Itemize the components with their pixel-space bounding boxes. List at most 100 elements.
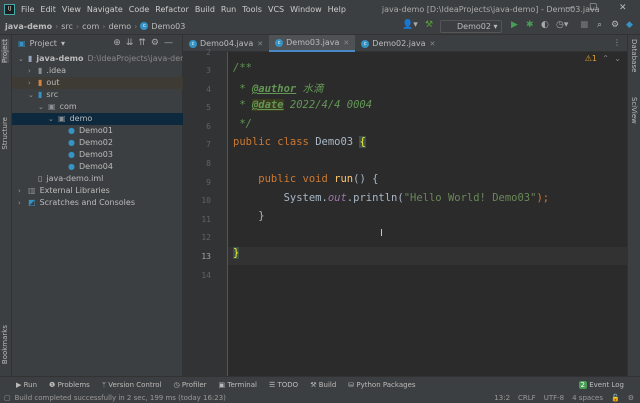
version-control-tool-button[interactable]: ᛘ Version Control [102, 381, 162, 389]
chevron-right-icon[interactable]: › [18, 185, 28, 197]
close-tab-icon[interactable]: ✕ [430, 40, 436, 48]
tree-item[interactable]: › ▮ out [12, 77, 183, 89]
debug-icon[interactable]: ✱ [526, 20, 534, 30]
maximize-button[interactable]: ☐ [589, 3, 597, 13]
panel-actions[interactable]: ⊕⇊⇈⚙— [113, 38, 178, 48]
chevron-down-icon[interactable]: ⌄ [28, 89, 38, 101]
menu-window[interactable]: Window [290, 5, 322, 14]
chevron-down-icon[interactable]: ⌄ [38, 101, 48, 113]
tab-demo03[interactable]: c Demo03.java ✕ [269, 35, 356, 52]
package-icon: ▣ [58, 114, 66, 123]
tree-item[interactable]: ● Demo04 [12, 161, 183, 173]
todo-tool-button[interactable]: ☰ TODO [269, 381, 298, 389]
build-tool-button[interactable]: ⚒ Build [310, 381, 336, 389]
close-window-button[interactable]: ✕ [619, 3, 627, 13]
search-icon[interactable]: ⌕ [597, 20, 602, 30]
problems-tool-button[interactable]: ❶ Problems [49, 381, 90, 389]
tree-item[interactable]: › ▥ External Libraries [12, 185, 183, 197]
chevron-right-icon[interactable]: › [28, 77, 38, 89]
menu-file[interactable]: File [21, 5, 34, 14]
next-highlight-icon[interactable]: ⌄ [614, 54, 621, 63]
minimize-button[interactable]: — [565, 3, 574, 13]
run-icon[interactable]: ▶ [511, 20, 518, 30]
caret-position[interactable]: 13:2 [494, 394, 510, 402]
coverage-icon[interactable]: ◐ [541, 20, 549, 30]
sciview-tool-tab[interactable]: SciView [630, 97, 638, 124]
file-encoding[interactable]: UTF-8 [544, 394, 564, 402]
tree-item[interactable]: ▯ java-demo.iml [12, 173, 183, 185]
stop-icon[interactable]: ■ [580, 20, 589, 30]
code-line-10: System.out.println("Hello World! Demo03"… [233, 192, 550, 204]
breadcrumb-src[interactable]: src [61, 22, 73, 31]
tree-item[interactable]: ● Demo03 [12, 149, 183, 161]
line-separator[interactable]: CRLF [518, 394, 536, 402]
plugin-icon[interactable]: ◆ [626, 20, 633, 30]
breadcrumb-class[interactable]: Demo03 [151, 22, 185, 31]
chevron-right-icon[interactable]: › [18, 197, 28, 209]
menu-build[interactable]: Build [195, 5, 215, 14]
menu-view[interactable]: View [62, 5, 81, 14]
memory-icon[interactable]: ⚙ [628, 394, 634, 402]
menu-tools[interactable]: Tools [242, 5, 262, 14]
close-tab-icon[interactable]: ✕ [343, 39, 349, 47]
tree-item-label: Demo01 [78, 126, 113, 135]
structure-tool-tab[interactable]: Structure [1, 117, 9, 150]
tree-item[interactable]: ● Demo01 [12, 125, 183, 137]
profiler-tool-button[interactable]: ◷ Profiler [174, 381, 207, 389]
menu-edit[interactable]: Edit [40, 5, 56, 14]
menu-refactor[interactable]: Refactor [155, 5, 189, 14]
close-tab-icon[interactable]: ✕ [257, 40, 263, 48]
run-config-select[interactable]: Demo02 ▾ [440, 20, 502, 33]
tree-item[interactable]: › ▮ .idea [12, 65, 183, 77]
terminal-tool-button[interactable]: ▣ Terminal [219, 381, 257, 389]
editor-gutter: 2 3 4 5 6 7 8 9 10 11 12 13 14 [183, 48, 228, 376]
tab-demo02[interactable]: c Demo02.java ✕ [355, 35, 441, 52]
warning-indicator[interactable]: ⚠1 [585, 54, 597, 63]
line-number: 9 [206, 177, 211, 187]
bookmarks-tool-tab[interactable]: Bookmarks [1, 325, 9, 364]
java-class-icon: ● [68, 162, 75, 171]
menu-navigate[interactable]: Navigate [87, 5, 123, 14]
chevron-right-icon[interactable]: › [28, 65, 38, 77]
lock-icon[interactable]: 🔓 [611, 394, 620, 402]
tree-item-label: External Libraries [39, 186, 110, 195]
tree-item[interactable]: ⌄ ▮ src [12, 89, 183, 101]
status-icon: ▢ [4, 393, 11, 402]
menu-help[interactable]: Help [328, 5, 346, 14]
source-folder-icon: ▮ [38, 90, 43, 99]
tab-menu-icon[interactable]: ⋮ [613, 38, 621, 47]
user-icon[interactable]: 👤▾ [402, 20, 418, 30]
code-editor[interactable]: ⚠1 ⌃ ⌄ /** * @author 水滴 * @date 2022/4/4… [228, 52, 627, 376]
breadcrumb-project[interactable]: java-demo [5, 22, 52, 31]
tree-item-label: out [46, 78, 60, 87]
expand-all-icon: ⇊ [125, 38, 139, 48]
database-tool-tab[interactable]: Database [630, 39, 638, 72]
status-message[interactable]: Build completed successfully in 2 sec, 1… [15, 394, 226, 402]
event-log-button[interactable]: 2 Event Log [578, 380, 624, 389]
project-view-select[interactable]: Project [30, 39, 57, 48]
build-hammer-icon[interactable]: ⚒ [425, 20, 433, 30]
tree-item[interactable]: › ◩ Scratches and Consoles [12, 197, 183, 209]
chevron-down-icon[interactable]: ⌄ [18, 53, 28, 65]
indent-setting[interactable]: 4 spaces [572, 394, 603, 402]
tree-item[interactable]: ⌄ ▣ demo [12, 113, 183, 125]
run-tool-button[interactable]: ▶ Run [16, 381, 37, 389]
profile-icon[interactable]: ◷▾ [556, 20, 568, 30]
project-tool-tab[interactable]: Project [1, 39, 9, 63]
tree-item-label: Demo02 [78, 138, 113, 147]
chevron-down-icon[interactable]: ⌄ [48, 113, 58, 125]
prev-highlight-icon[interactable]: ⌃ [602, 54, 609, 63]
menu-code[interactable]: Code [129, 5, 149, 14]
tree-item[interactable]: ⌄ ▣ com [12, 101, 183, 113]
tree-item[interactable]: ⌄ ▮ java-demo D:\IdeaProjects\java-demo [12, 53, 193, 65]
breadcrumb-com[interactable]: com [82, 22, 99, 31]
title-bar: IJ File Edit View Navigate Code Refactor… [0, 0, 640, 18]
folder-icon: ▮ [38, 66, 43, 75]
breadcrumb-demo[interactable]: demo [108, 22, 131, 31]
menu-run[interactable]: Run [221, 5, 236, 14]
tree-item[interactable]: ● Demo02 [12, 137, 183, 149]
line-number: 3 [206, 66, 211, 75]
gear-icon[interactable]: ⚙ [611, 20, 619, 30]
python-packages-tool-button[interactable]: ⛁ Python Packages [348, 381, 415, 389]
menu-vcs[interactable]: VCS [268, 5, 284, 14]
